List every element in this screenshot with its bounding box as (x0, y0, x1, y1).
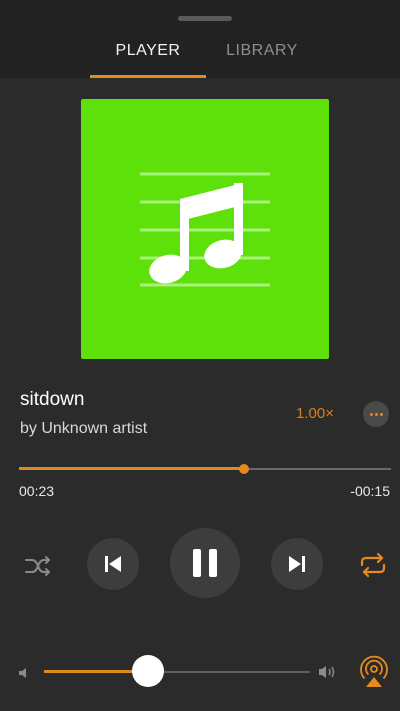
progress-slider[interactable] (19, 464, 391, 474)
track-artist: by Unknown artist (20, 420, 148, 437)
volume-knob[interactable] (131, 655, 164, 687)
playback-speed-button[interactable]: 1.00× (296, 405, 334, 422)
remaining-time: -00:15 (350, 483, 390, 499)
progress-knob[interactable] (239, 464, 250, 474)
progress-fill (19, 467, 245, 470)
more-icon[interactable] (363, 401, 389, 427)
pause-icon (193, 549, 217, 577)
elapsed-time: 00:23 (19, 483, 55, 499)
album-artwork (81, 99, 329, 359)
track-title: sitdown (20, 389, 85, 410)
tab-library[interactable]: LIBRARY (206, 42, 318, 76)
next-button[interactable] (271, 538, 323, 590)
tab-player[interactable]: PLAYER (90, 42, 206, 76)
airplay-icon[interactable] (360, 655, 388, 689)
play-pause-button[interactable] (170, 528, 240, 598)
skip-previous-icon (105, 556, 121, 572)
volume-low-icon (18, 666, 30, 678)
repeat-icon[interactable] (358, 552, 388, 578)
music-player: PLAYER LIBRARY sitdown by Unknown artist… (0, 0, 400, 711)
music-note-icon (140, 172, 270, 287)
shuffle-icon[interactable] (24, 554, 52, 578)
header: PLAYER LIBRARY (0, 0, 400, 78)
skip-next-icon (289, 556, 305, 572)
active-tab-indicator (90, 75, 206, 78)
volume-high-icon (318, 664, 338, 680)
drag-handle[interactable] (178, 16, 232, 21)
previous-button[interactable] (87, 538, 139, 590)
volume-slider[interactable] (44, 655, 310, 687)
